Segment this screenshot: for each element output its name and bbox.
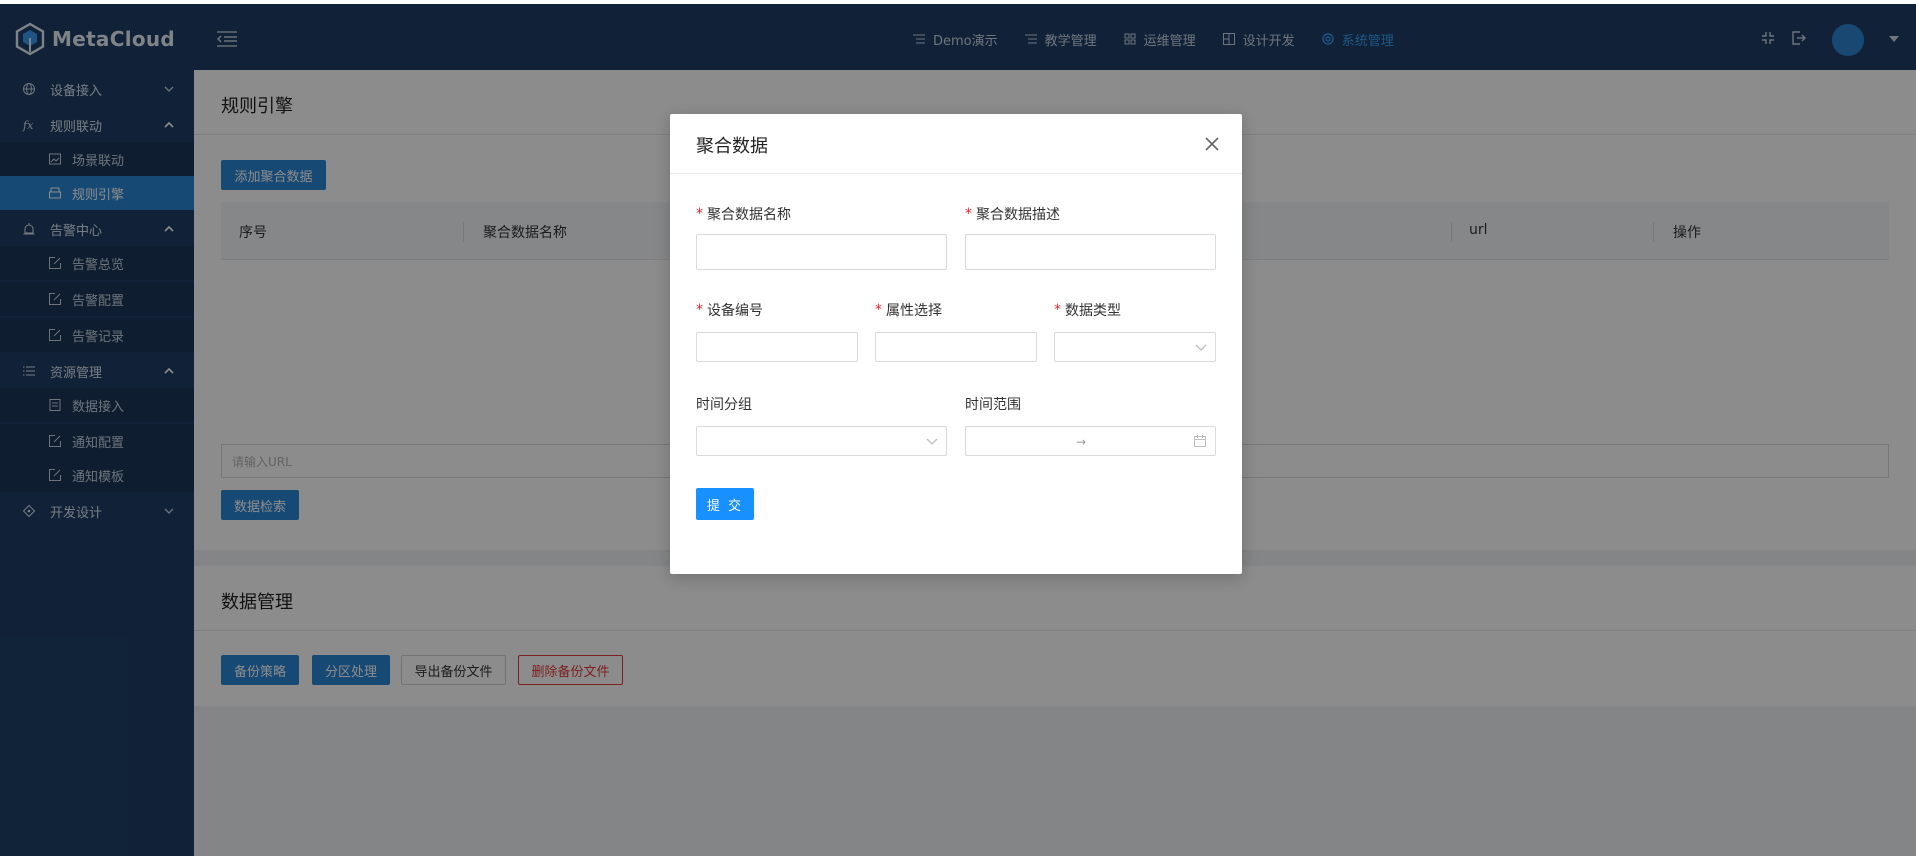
device-number-input[interactable] <box>696 332 858 362</box>
calendar-icon <box>1194 435 1206 447</box>
name-label: * 聚合数据名称 <box>696 204 791 224</box>
desc-label-text: 聚合数据描述 <box>976 207 1060 223</box>
close-icon[interactable] <box>1204 136 1220 152</box>
name-label-text: 聚合数据名称 <box>707 207 791 223</box>
attribute-label-text: 属性选择 <box>886 303 942 319</box>
device-no-label-text: 设备编号 <box>707 303 763 319</box>
time-range-picker[interactable]: → <box>965 426 1216 456</box>
aggregate-data-modal: 聚合数据 * 聚合数据名称 * 聚合数据描述 * 设备编号 * 属性选择 * 数… <box>670 114 1242 574</box>
attribute-label: * 属性选择 <box>875 300 942 320</box>
required-mark: * <box>696 206 703 222</box>
submit-button[interactable]: 提 交 <box>696 488 754 520</box>
required-mark: * <box>696 302 703 318</box>
time-range-label-text: 时间范围 <box>965 397 1021 413</box>
range-separator: → <box>1076 435 1087 449</box>
device-no-label: * 设备编号 <box>696 300 763 320</box>
modal-title: 聚合数据 <box>696 136 768 157</box>
required-mark: * <box>1054 302 1061 318</box>
aggregate-desc-input[interactable] <box>965 234 1216 270</box>
chevron-down-icon <box>926 438 938 445</box>
time-group-select[interactable] <box>696 426 947 456</box>
required-mark: * <box>965 206 972 222</box>
desc-label: * 聚合数据描述 <box>965 204 1060 224</box>
data-type-label-text: 数据类型 <box>1065 303 1121 319</box>
data-type-select[interactable] <box>1054 332 1216 362</box>
time-group-label-text: 时间分组 <box>696 397 752 413</box>
divider <box>670 173 1242 174</box>
time-range-label: 时间范围 <box>965 394 1021 414</box>
data-type-label: * 数据类型 <box>1054 300 1121 320</box>
time-group-label: 时间分组 <box>696 394 752 414</box>
aggregate-name-input[interactable] <box>696 234 947 270</box>
attribute-select-input[interactable] <box>875 332 1037 362</box>
chevron-down-icon <box>1195 344 1207 351</box>
required-mark: * <box>875 302 882 318</box>
